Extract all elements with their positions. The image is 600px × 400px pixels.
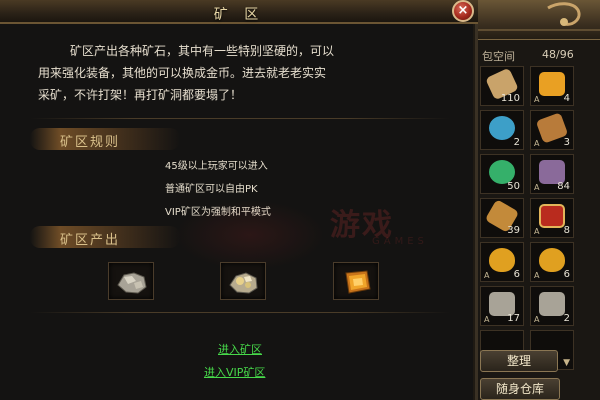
- gold-potion-icon: [489, 248, 515, 272]
- output-section-header: 矿区产出: [30, 226, 180, 248]
- dialog-title: 矿 区: [213, 7, 265, 23]
- gold-potion-icon: [539, 248, 565, 272]
- ornament-icon: [478, 2, 600, 31]
- silver-ore-icon: [117, 272, 147, 294]
- item-quantity: 8: [563, 225, 570, 236]
- item-quantity: 50: [507, 181, 520, 192]
- divider: [30, 312, 450, 313]
- item-quantity: 17: [507, 313, 520, 324]
- inventory-panel: 包空间 48/96 110 A 4 2 A 3 50 A 84 39 A 8 A…: [478, 0, 600, 400]
- output-item-slot[interactable]: [108, 262, 154, 300]
- mixed-ore-icon: [229, 272, 258, 294]
- item-quantity: 84: [557, 181, 570, 192]
- output-item-slot[interactable]: [333, 262, 379, 300]
- intro-line: 用来强化装备，其他的可以换成金币。进去就老老实实: [38, 66, 327, 80]
- inventory-ornament: [478, 0, 600, 40]
- output-title: 矿区产出: [60, 233, 121, 248]
- inventory-slot[interactable]: A 17: [480, 286, 524, 326]
- sort-button[interactable]: 整理: [480, 350, 558, 372]
- rule-item: 45级以上玩家可以进入: [165, 161, 268, 172]
- intro-line: 采矿，不许打架！再打矿洞都要塌了！: [38, 88, 243, 102]
- inventory-slot[interactable]: A 6: [530, 242, 574, 282]
- rules-title: 矿区规则: [60, 135, 121, 150]
- inventory-slot[interactable]: A 3: [530, 110, 574, 150]
- inventory-count: 48/96: [542, 48, 574, 61]
- close-button[interactable]: ×: [452, 0, 474, 22]
- intro-line: 矿区产出各种矿石，其中有一些特别坚硬的，可以: [70, 44, 335, 58]
- rules-section-header: 矿区规则: [30, 128, 180, 150]
- divider: [30, 118, 450, 119]
- lock-icon: A: [534, 183, 540, 192]
- inventory-slot[interactable]: A 8: [530, 198, 574, 238]
- lock-icon: A: [534, 315, 540, 324]
- item-quantity: 2: [563, 313, 570, 324]
- inventory-slot[interactable]: 2: [480, 110, 524, 150]
- watermark-shape: [175, 200, 325, 270]
- enter-vip-mine-link[interactable]: 进入VIP矿区: [204, 364, 265, 380]
- scroll-down-icon[interactable]: ▼: [563, 358, 570, 368]
- intro-text: 矿区产出各种矿石，其中有一些特别坚硬的，可以 用来强化装备，其他的可以换成金币。…: [38, 40, 430, 106]
- lock-icon: A: [534, 95, 540, 104]
- item-quantity: 6: [563, 269, 570, 280]
- inventory-slot[interactable]: A 2: [530, 286, 574, 326]
- mine-dialog: 矿 区 × 矿区产出各种矿石，其中有一些特别坚硬的，可以 用来强化装备，其他的可…: [0, 0, 478, 400]
- output-item-slot[interactable]: [220, 262, 266, 300]
- inventory-slot[interactable]: A 84: [530, 154, 574, 194]
- item-quantity: 110: [500, 93, 520, 104]
- item-quantity: 39: [507, 225, 520, 236]
- dialog-header: 矿 区 ×: [0, 0, 478, 24]
- lock-icon: A: [484, 315, 490, 324]
- watermark-subtext: GAMES: [372, 236, 428, 247]
- inventory-slot[interactable]: 39: [480, 198, 524, 238]
- inventory-slot[interactable]: A 6: [480, 242, 524, 282]
- lock-icon: A: [534, 271, 540, 280]
- lock-icon: A: [534, 227, 540, 236]
- inventory-slot[interactable]: A 4: [530, 66, 574, 106]
- item-quantity: 2: [513, 137, 520, 148]
- item-quantity: 4: [563, 93, 570, 104]
- inventory-label: 包空间: [482, 50, 515, 63]
- red-seal-icon: [539, 204, 565, 228]
- gold-ore-icon: [345, 270, 371, 294]
- blue-crystal-icon: [489, 116, 515, 140]
- inventory-slot[interactable]: 50: [480, 154, 524, 194]
- inventory-slot[interactable]: 110: [480, 66, 524, 106]
- lock-icon: A: [484, 271, 490, 280]
- item-quantity: 6: [513, 269, 520, 280]
- storage-button[interactable]: 随身仓库: [480, 378, 560, 400]
- gold-coin-icon: [539, 72, 565, 96]
- lock-icon: A: [534, 139, 540, 148]
- enter-mine-link[interactable]: 进入矿区: [218, 341, 262, 357]
- ore-icon: [539, 292, 565, 316]
- item-quantity: 3: [563, 137, 570, 148]
- rule-item: 普通矿区可以自由PK: [165, 184, 258, 195]
